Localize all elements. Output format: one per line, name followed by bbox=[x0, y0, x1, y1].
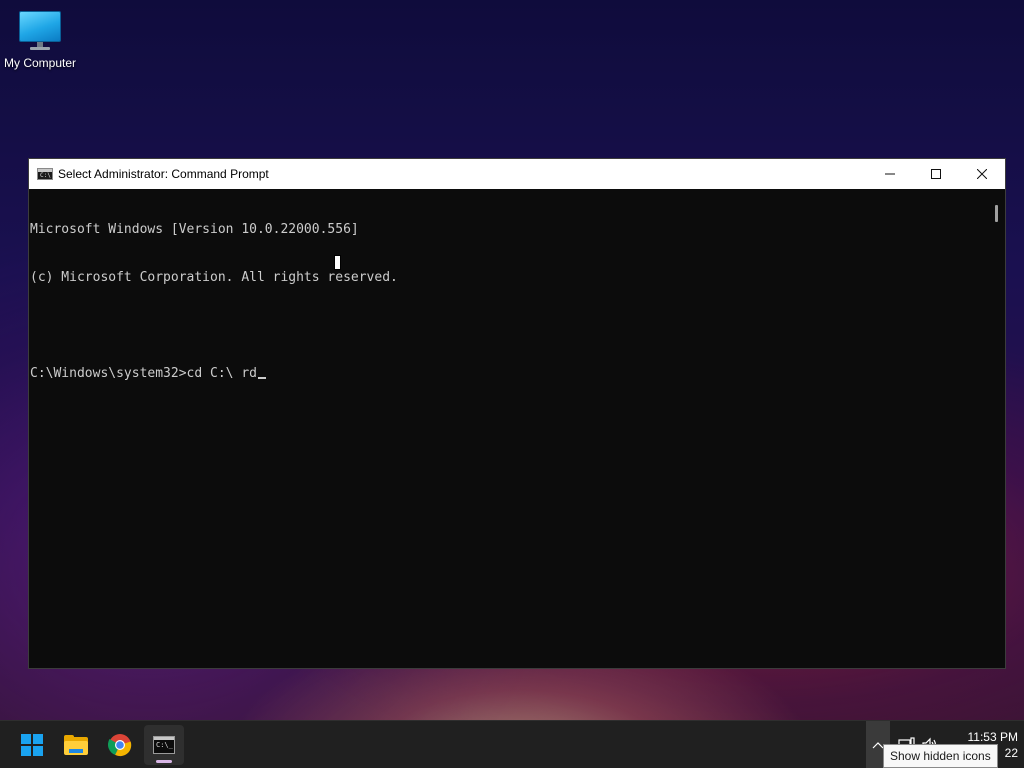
taskbar: C:\_ 11:53 PM 22 bbox=[0, 720, 1024, 768]
console-output[interactable]: Microsoft Windows [Version 10.0.22000.55… bbox=[29, 189, 1005, 668]
console-line: (c) Microsoft Corporation. All rights re… bbox=[30, 270, 398, 285]
folder-icon bbox=[64, 735, 88, 755]
start-button[interactable] bbox=[12, 725, 52, 765]
clock-time: 11:53 PM bbox=[967, 730, 1018, 744]
minimize-button[interactable] bbox=[867, 159, 913, 189]
command-prompt-icon: C:\_ bbox=[153, 736, 175, 754]
tooltip: Show hidden icons bbox=[883, 744, 998, 768]
windows-start-icon bbox=[21, 734, 43, 756]
mouse-text-cursor bbox=[334, 255, 341, 270]
window-titlebar[interactable]: C:\ Select Administrator: Command Prompt bbox=[29, 159, 1005, 189]
maximize-icon bbox=[931, 169, 941, 179]
monitor-icon bbox=[18, 8, 62, 52]
chrome-icon bbox=[108, 734, 132, 757]
taskbar-command-prompt[interactable]: C:\_ bbox=[144, 725, 184, 765]
scrollbar-thumb[interactable] bbox=[995, 205, 998, 222]
close-button[interactable] bbox=[959, 159, 1005, 189]
minimize-icon bbox=[885, 173, 895, 175]
command-prompt-window[interactable]: C:\ Select Administrator: Command Prompt… bbox=[28, 158, 1006, 669]
console-input-text: C:\Windows\system32>cd C:\ rd bbox=[30, 366, 257, 381]
close-icon bbox=[977, 169, 987, 179]
console-caret bbox=[257, 377, 266, 379]
taskbar-file-explorer[interactable] bbox=[56, 725, 96, 765]
desktop-icon-my-computer[interactable]: My Computer bbox=[2, 8, 78, 70]
console-scrollbar[interactable] bbox=[988, 189, 1005, 668]
console-line: Microsoft Windows [Version 10.0.22000.55… bbox=[30, 222, 359, 237]
window-title: Select Administrator: Command Prompt bbox=[58, 167, 269, 181]
desktop-icon-label: My Computer bbox=[3, 56, 77, 70]
maximize-button[interactable] bbox=[913, 159, 959, 189]
taskbar-chrome[interactable] bbox=[100, 725, 140, 765]
active-app-indicator bbox=[156, 760, 172, 763]
console-prompt-line[interactable]: C:\Windows\system32>cd C:\ rd bbox=[30, 366, 1005, 382]
command-prompt-icon: C:\ bbox=[37, 168, 53, 180]
